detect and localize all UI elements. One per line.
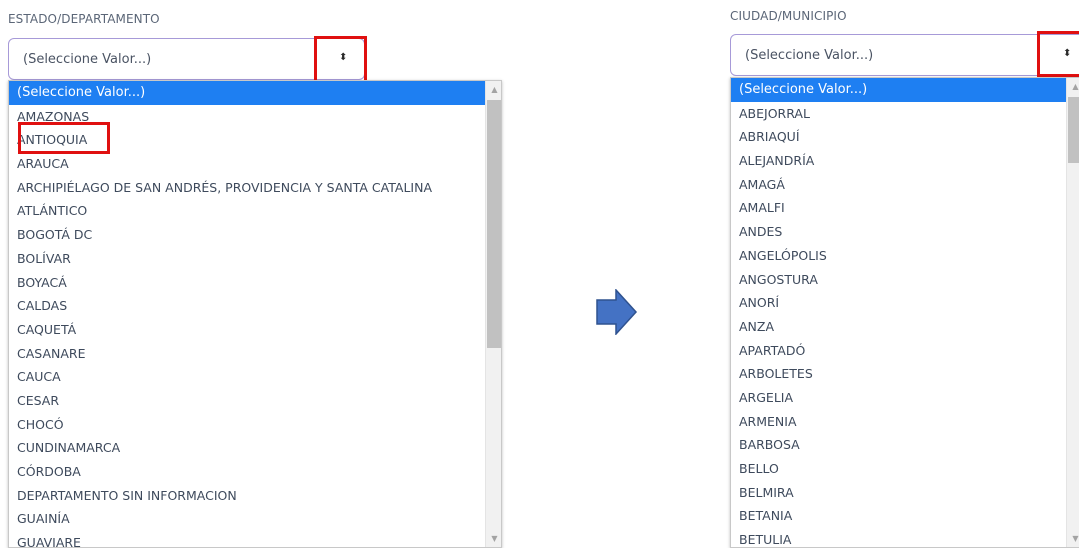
- municipality-option[interactable]: ARMENIA: [731, 410, 1069, 434]
- department-option[interactable]: GUAVIARE: [9, 531, 485, 547]
- municipality-option[interactable]: ALEJANDRÍA: [731, 149, 1069, 173]
- department-option[interactable]: ARCHIPIÉLAGO DE SAN ANDRÉS, PROVIDENCIA …: [9, 176, 485, 200]
- municipality-option[interactable]: ANORÍ: [731, 291, 1069, 315]
- department-select[interactable]: (Seleccione Valor...): [8, 38, 365, 80]
- municipality-scrollbar[interactable]: ▲ ▼: [1066, 78, 1079, 547]
- municipality-option[interactable]: APARTADÓ: [731, 339, 1069, 363]
- department-option[interactable]: CAQUETÁ: [9, 318, 485, 342]
- department-option[interactable]: ATLÁNTICO: [9, 199, 485, 223]
- municipality-option[interactable]: ARBOLETES: [731, 362, 1069, 386]
- department-option[interactable]: DEPARTAMENTO SIN INFORMACION: [9, 484, 485, 508]
- municipality-option[interactable]: ANGELÓPOLIS: [731, 244, 1069, 268]
- municipality-option[interactable]: BARBOSA: [731, 433, 1069, 457]
- municipality-option-list: (Seleccione Valor...) ABEJORRAL ABRIAQUÍ AL…: [731, 78, 1069, 547]
- department-option[interactable]: CUNDINAMARCA: [9, 436, 485, 460]
- scroll-down-triangle-down-icon[interactable]: ▼: [486, 530, 501, 547]
- left-field-label: ESTADO/DEPARTAMENTO: [8, 12, 160, 26]
- scroll-up-triangle-up-icon[interactable]: ▲: [486, 81, 501, 98]
- department-option[interactable]: CAUCA: [9, 365, 485, 389]
- municipality-option[interactable]: (Seleccione Valor...): [731, 78, 1069, 102]
- antioquia-option-highlight: [18, 122, 110, 154]
- department-option[interactable]: BOLÍVAR: [9, 247, 485, 271]
- municipality-select[interactable]: (Seleccione Valor...): [730, 34, 1079, 76]
- department-scroll-thumb[interactable]: [487, 100, 501, 348]
- municipality-option[interactable]: ARGELIA: [731, 386, 1069, 410]
- municipality-option[interactable]: ABEJORRAL: [731, 102, 1069, 126]
- scroll-up-triangle-up-icon[interactable]: ▲: [1067, 78, 1079, 95]
- department-option[interactable]: (Seleccione Valor...): [9, 81, 485, 105]
- municipality-dropdown[interactable]: (Seleccione Valor...) ABEJORRAL ABRIAQUÍ AL…: [730, 77, 1079, 548]
- department-option[interactable]: BOGOTÁ DC: [9, 223, 485, 247]
- municipality-option[interactable]: ANZA: [731, 315, 1069, 339]
- municipality-option[interactable]: ANDES: [731, 220, 1069, 244]
- municipality-select-value: (Seleccione Valor...): [745, 47, 874, 63]
- department-option[interactable]: ARAUCA: [9, 152, 485, 176]
- department-option[interactable]: CASANARE: [9, 342, 485, 366]
- right-field-label: CIUDAD/MUNICIPIO: [730, 9, 847, 23]
- department-option[interactable]: CALDAS: [9, 294, 485, 318]
- scroll-down-triangle-down-icon[interactable]: ▼: [1067, 530, 1079, 547]
- municipality-option[interactable]: ANGOSTURA: [731, 268, 1069, 292]
- municipality-option[interactable]: BETULIA: [731, 528, 1069, 547]
- municipality-arrow-highlight: [1037, 31, 1079, 77]
- municipality-option[interactable]: BELMIRA: [731, 481, 1069, 505]
- municipality-scroll-thumb[interactable]: [1068, 97, 1079, 163]
- municipality-option[interactable]: ABRIAQUÍ: [731, 125, 1069, 149]
- municipality-option[interactable]: BETANIA: [731, 504, 1069, 528]
- municipality-option[interactable]: AMAGÁ: [731, 173, 1069, 197]
- department-option[interactable]: BOYACÁ: [9, 271, 485, 295]
- arrow-right-icon: [596, 289, 638, 335]
- department-option[interactable]: CÓRDOBA: [9, 460, 485, 484]
- department-arrow-highlight: [314, 36, 367, 84]
- department-scrollbar[interactable]: ▲ ▼: [485, 81, 501, 547]
- department-option[interactable]: CHOCÓ: [9, 413, 485, 437]
- department-option[interactable]: GUAINÍA: [9, 507, 485, 531]
- municipality-option[interactable]: AMALFI: [731, 196, 1069, 220]
- department-select-value: (Seleccione Valor...): [23, 51, 152, 67]
- municipality-option[interactable]: BELLO: [731, 457, 1069, 481]
- department-option[interactable]: CESAR: [9, 389, 485, 413]
